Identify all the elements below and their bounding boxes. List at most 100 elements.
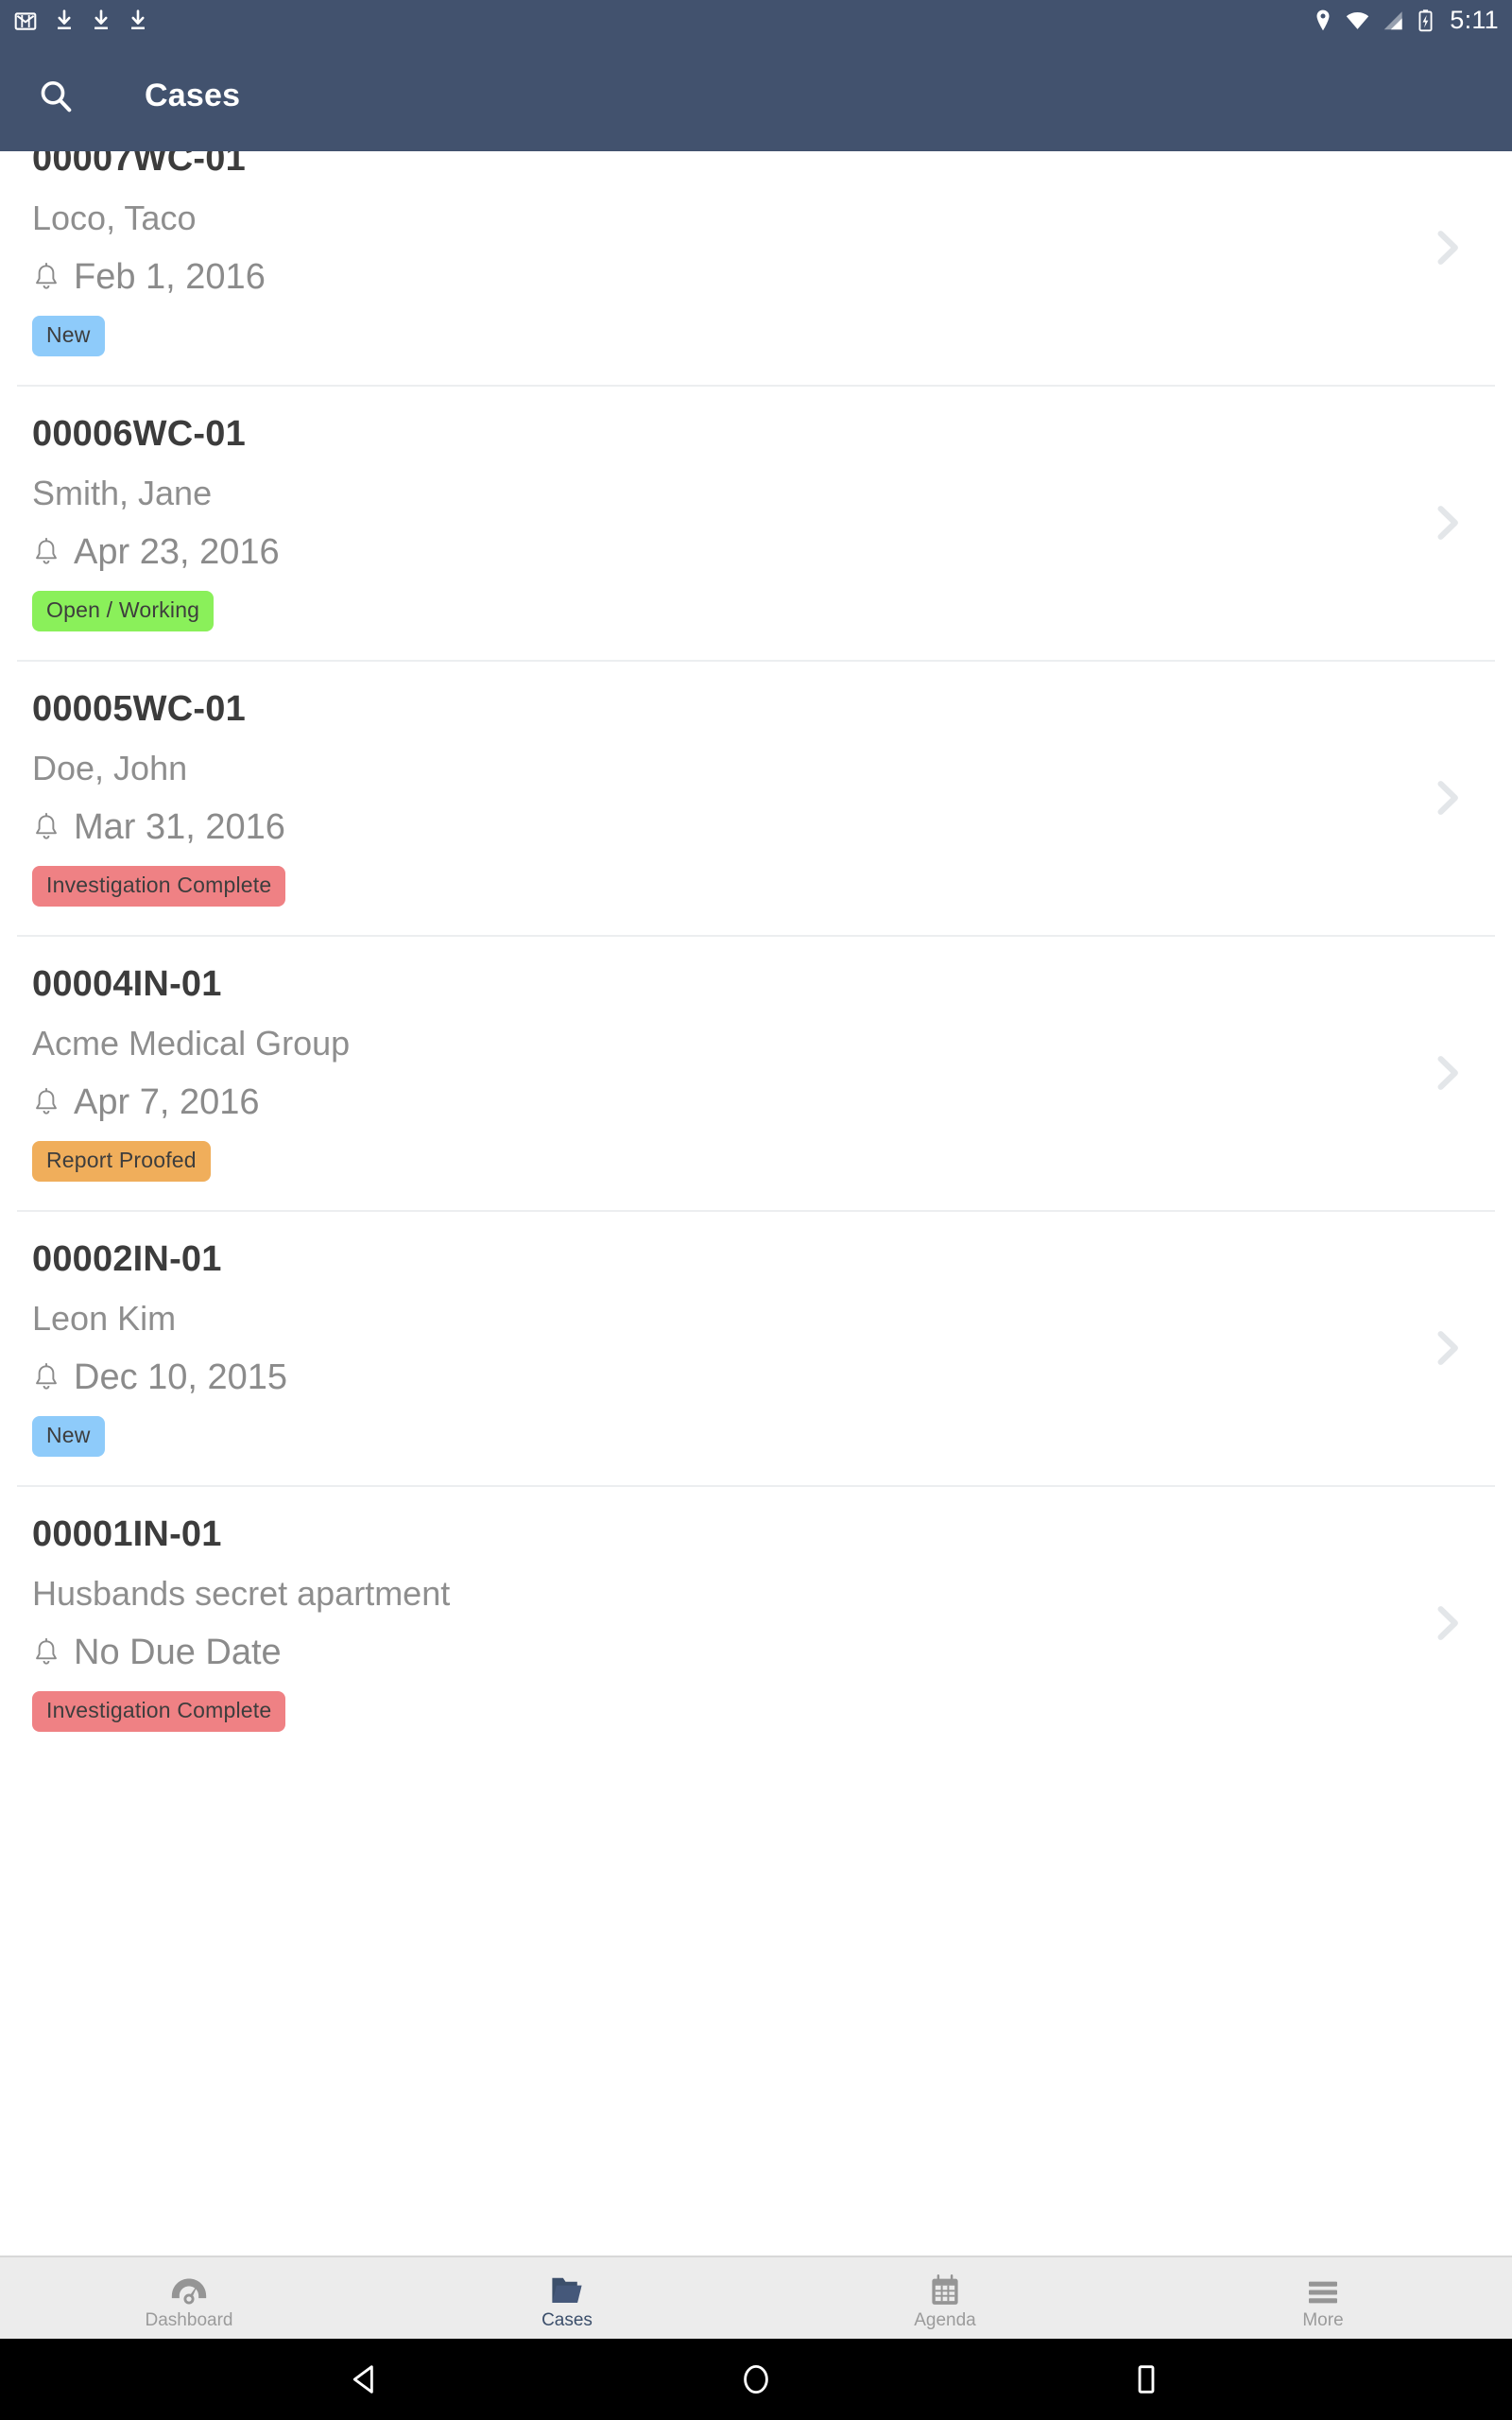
cellular-signal-icon <box>1383 10 1402 29</box>
case-list-item[interactable]: 00004IN-01 Acme Medical Group Apr 7, 201… <box>17 937 1495 1213</box>
tab-icon-wrapper <box>170 2267 208 2307</box>
download-icon <box>131 9 145 29</box>
case-number: 00006WC-01 <box>32 414 246 455</box>
chevron-right-icon <box>1437 505 1458 540</box>
android-system-nav-bar <box>0 2339 1512 2420</box>
chevron-right-icon <box>1437 1055 1458 1090</box>
search-button[interactable] <box>26 67 85 126</box>
case-open-chevron[interactable] <box>1414 1315 1480 1381</box>
case-number: 00007WC-01 <box>32 151 246 179</box>
case-subject: Doe, John <box>32 748 188 787</box>
tab-dashboard[interactable]: Dashboard <box>0 2257 378 2339</box>
case-due-date-row: Apr 7, 2016 <box>32 1084 1414 1120</box>
bell-icon <box>36 262 57 289</box>
status-bar-notification-icons <box>13 9 148 33</box>
case-number: 00005WC-01 <box>32 689 246 730</box>
bell-icon <box>36 1087 57 1115</box>
status-bar-clock: 5:11 <box>1450 6 1499 34</box>
case-due-date: No Due Date <box>74 1633 282 1673</box>
case-due-date: Apr 23, 2016 <box>74 532 280 573</box>
tab-label: Dashboard <box>145 2310 233 2330</box>
status-badge: Open / Working <box>32 591 215 632</box>
case-list-item[interactable]: 00007WC-01 Loco, Taco Feb 1, 2016 New <box>17 151 1495 388</box>
hamburger-menu-icon <box>1309 2281 1337 2304</box>
tab-label: More <box>1302 2310 1344 2330</box>
folder-icon <box>552 2277 582 2303</box>
tab-agenda[interactable]: Agenda <box>756 2257 1134 2339</box>
gauge-icon <box>171 2278 207 2305</box>
status-bar-system-icons: 5:11 <box>1314 6 1499 35</box>
status-badge: Investigation Complete <box>32 866 286 908</box>
case-list-item[interactable]: 00005WC-01 Doe, John Mar 31, 2016 Invest… <box>17 662 1495 938</box>
bell-icon <box>36 537 57 564</box>
chevron-right-icon <box>1437 1330 1458 1365</box>
nav-back-button[interactable] <box>328 2342 404 2417</box>
case-subject: Leon Kim <box>32 1298 177 1338</box>
phone-screen: 5:11 Cases 00007WC-01 Loco, Taco Feb 1, … <box>0 0 1512 2420</box>
case-subject: Loco, Taco <box>32 198 197 237</box>
status-badge: New <box>32 316 105 357</box>
case-subject: Smith, Jane <box>32 473 213 512</box>
chevron-right-icon <box>1437 780 1458 815</box>
case-due-date: Apr 7, 2016 <box>74 1082 260 1123</box>
case-list-item[interactable]: 00002IN-01 Leon Kim Dec 10, 2015 New <box>17 1212 1495 1488</box>
case-content: 00004IN-01 Acme Medical Group Apr 7, 201… <box>17 963 1414 1183</box>
tab-label: Agenda <box>914 2310 976 2330</box>
battery-charging-icon <box>1418 9 1433 31</box>
case-due-date: Mar 31, 2016 <box>74 807 285 848</box>
case-due-date: Dec 10, 2015 <box>74 1357 288 1398</box>
case-list-item[interactable]: 00001IN-01 Husbands secret apartment No … <box>17 1487 1495 1760</box>
page-title: Cases <box>145 78 241 113</box>
calendar-icon <box>932 2274 958 2305</box>
case-list[interactable]: 00007WC-01 Loco, Taco Feb 1, 2016 New 00… <box>0 151 1512 2256</box>
case-due-date-row: Dec 10, 2015 <box>32 1359 1414 1395</box>
case-open-chevron[interactable] <box>1414 490 1480 556</box>
case-due-date-row: Apr 23, 2016 <box>32 534 1414 570</box>
location-icon <box>1316 9 1330 30</box>
case-content: 00002IN-01 Leon Kim Dec 10, 2015 New <box>17 1238 1414 1458</box>
case-open-chevron[interactable] <box>1414 1590 1480 1656</box>
bell-icon <box>36 1362 57 1390</box>
app-bar: Cases <box>0 41 1512 151</box>
status-badge: Report Proofed <box>32 1141 211 1183</box>
case-number: 00001IN-01 <box>32 1514 222 1555</box>
nav-home-button[interactable] <box>718 2342 794 2417</box>
case-content: 00005WC-01 Doe, John Mar 31, 2016 Invest… <box>17 688 1414 908</box>
case-open-chevron[interactable] <box>1414 1040 1480 1106</box>
case-content: 00007WC-01 Loco, Taco Feb 1, 2016 New <box>17 151 1414 357</box>
status-badge: New <box>32 1416 105 1458</box>
bell-icon <box>36 812 57 839</box>
case-open-chevron[interactable] <box>1414 765 1480 831</box>
tab-icon-wrapper <box>929 2267 961 2307</box>
case-open-chevron[interactable] <box>1414 215 1480 281</box>
case-number: 00002IN-01 <box>32 1239 222 1280</box>
case-due-date-row: Mar 31, 2016 <box>32 809 1414 845</box>
wifi-icon <box>1347 11 1369 29</box>
chevron-right-icon <box>1437 230 1458 265</box>
search-icon <box>41 80 72 112</box>
tab-icon-wrapper <box>550 2267 584 2307</box>
case-list-item[interactable]: 00006WC-01 Smith, Jane Apr 23, 2016 Open… <box>17 387 1495 663</box>
case-subject: Husbands secret apartment <box>32 1573 451 1613</box>
back-triangle-icon <box>352 2365 373 2394</box>
home-circle-icon <box>744 2364 768 2394</box>
download-icon <box>58 9 71 29</box>
recents-square-icon <box>1138 2365 1155 2394</box>
bottom-tab-bar: Dashboard Cases Agenda More <box>0 2256 1512 2339</box>
download-icon <box>94 9 108 29</box>
case-content: 00001IN-01 Husbands secret apartment No … <box>17 1513 1414 1733</box>
tab-cases[interactable]: Cases <box>378 2257 756 2339</box>
case-number: 00004IN-01 <box>32 964 222 1005</box>
bell-icon <box>36 1637 57 1665</box>
tab-more[interactable]: More <box>1134 2257 1512 2339</box>
nav-recents-button[interactable] <box>1108 2342 1184 2417</box>
case-due-date: Feb 1, 2016 <box>74 257 266 298</box>
tab-label: Cases <box>541 2310 593 2330</box>
case-due-date-row: No Due Date <box>32 1634 1414 1670</box>
case-content: 00006WC-01 Smith, Jane Apr 23, 2016 Open… <box>17 413 1414 632</box>
case-subject: Acme Medical Group <box>32 1023 351 1063</box>
gmail-icon <box>14 11 37 30</box>
status-badge: Investigation Complete <box>32 1691 286 1733</box>
status-bar: 5:11 <box>0 0 1512 41</box>
case-due-date-row: Feb 1, 2016 <box>32 259 1414 295</box>
